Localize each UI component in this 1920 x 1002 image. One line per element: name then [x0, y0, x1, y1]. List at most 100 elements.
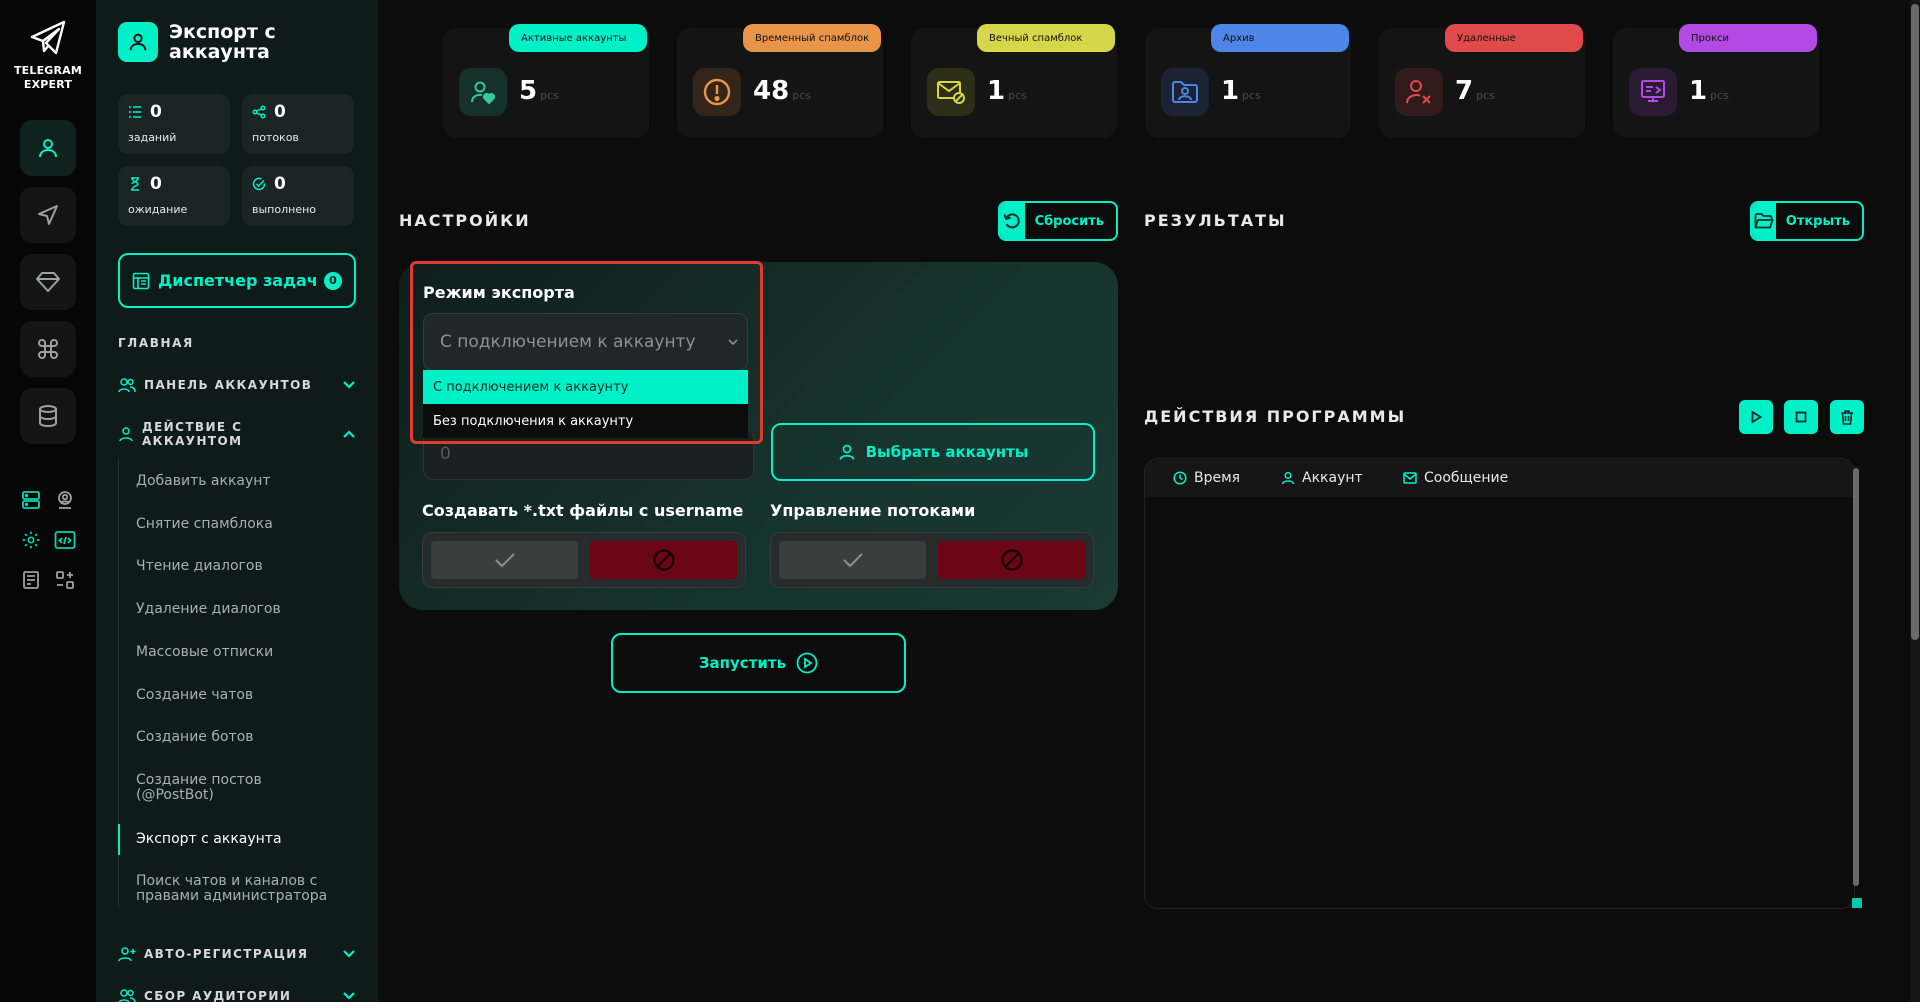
- account-card-unit: pcs: [1710, 89, 1729, 102]
- rail-settings-button[interactable]: [17, 526, 45, 554]
- check-icon: [842, 553, 863, 568]
- rail-database-button[interactable]: [20, 388, 76, 444]
- play-button[interactable]: [1739, 400, 1773, 434]
- settings-heading: НАСТРОЙКИ: [399, 211, 531, 230]
- threads-disable-button[interactable]: [938, 541, 1085, 579]
- account-card-archive[interactable]: Архив 1 pcs: [1145, 24, 1351, 138]
- clock-icon: [1173, 471, 1187, 485]
- log-column-label: Сообщение: [1424, 470, 1509, 486]
- sidebar-item-read-dialogs[interactable]: Чтение диалогов: [118, 559, 356, 574]
- sidebar-group-auto-registration[interactable]: АВТО-РЕГИСТРАЦИЯ: [118, 946, 356, 962]
- play-circle-icon: [796, 652, 818, 674]
- stat-value: 0: [150, 174, 162, 194]
- results-heading: РЕЗУЛЬТАТЫ: [1144, 211, 1287, 230]
- stat-label: потоков: [252, 131, 299, 144]
- sidebar-item-add-account[interactable]: Добавить аккаунт: [118, 474, 356, 489]
- logo-text-line1: TELEGRAM: [13, 64, 83, 77]
- trash-icon: [1841, 410, 1853, 425]
- page-scrollbar-thumb[interactable]: [1911, 4, 1919, 640]
- sidebar-item-create-chats[interactable]: Создание чатов: [118, 688, 356, 703]
- sidebar-group-label: ПАНЕЛЬ АККАУНТОВ: [144, 378, 313, 392]
- txt-files-enable-button[interactable]: [431, 541, 578, 579]
- account-card-value: 7: [1455, 76, 1474, 106]
- highlight-frame: [410, 261, 763, 444]
- stat-label: ожидание: [128, 203, 188, 216]
- user-heart-icon: [459, 68, 507, 116]
- sidebar-group-accounts-panel[interactable]: ПАНЕЛЬ АККАУНТОВ: [118, 377, 356, 393]
- block-icon: [652, 549, 675, 571]
- users-icon: [118, 378, 136, 393]
- run-button[interactable]: Запустить: [611, 633, 906, 693]
- database-icon: [39, 405, 57, 428]
- stat-value: 0: [274, 174, 286, 194]
- account-card-temp-spamblock[interactable]: Временный спамблок 48 pcs: [677, 24, 883, 138]
- log-column-account: Аккаунт: [1281, 470, 1403, 486]
- section-main-heading: ГЛАВНАЯ: [118, 336, 194, 350]
- rail-apps-button[interactable]: [51, 566, 79, 594]
- stat-value: 0: [150, 102, 162, 122]
- task-dispatcher-button[interactable]: Диспетчер задач 0: [118, 253, 356, 308]
- account-card-unit: pcs: [1242, 89, 1261, 102]
- server-icon: [22, 491, 40, 509]
- account-card-tag: Архив: [1211, 24, 1349, 52]
- account-card-tag: Активные аккаунты: [509, 24, 647, 52]
- rail-accounts-button[interactable]: [20, 120, 76, 176]
- play-icon: [1751, 410, 1763, 424]
- stop-button[interactable]: [1784, 400, 1818, 434]
- sidebar-item-admin-chat-search[interactable]: Поиск чатов и каналов с правами админист…: [118, 874, 348, 904]
- account-card-proxy[interactable]: Прокси 1 pcs: [1613, 24, 1819, 138]
- app-logo[interactable]: TELEGRAM EXPERT: [0, 18, 96, 92]
- rail-diamond-button[interactable]: [20, 254, 76, 310]
- settings-icon: [22, 531, 40, 549]
- sidebar-item-spamblock-removal[interactable]: Снятие спамблока: [118, 517, 356, 532]
- run-label: Запустить: [698, 654, 787, 672]
- account-card-unit: pcs: [1008, 89, 1027, 102]
- user-icon: [119, 427, 133, 442]
- stat-waiting: 0 ожидание: [118, 166, 230, 226]
- user-icon: [118, 22, 158, 62]
- select-accounts-button[interactable]: Выбрать аккаунты: [771, 423, 1095, 481]
- sidebar-group-account-actions[interactable]: ДЕЙСТВИЕ С АККАУНТОМ: [118, 420, 356, 448]
- telegram-plane-icon: [30, 20, 66, 55]
- account-card-value: 1: [1689, 76, 1708, 106]
- txt-files-disable-button[interactable]: [590, 541, 737, 579]
- account-card-active[interactable]: Активные аккаунты 5 pcs: [443, 24, 649, 138]
- send-icon: [38, 205, 58, 225]
- chevron-down-icon: [343, 950, 355, 958]
- clear-log-button[interactable]: [1830, 400, 1864, 434]
- rail-send-button[interactable]: [20, 187, 76, 243]
- rail-server-button[interactable]: [17, 486, 45, 514]
- apps-icon: [56, 571, 74, 589]
- log-resize-handle[interactable]: [1852, 898, 1862, 908]
- rail-code-button[interactable]: [51, 526, 79, 554]
- sidebar-item-export-account[interactable]: Экспорт с аккаунта: [118, 824, 356, 855]
- proxy-icon: [1629, 68, 1677, 116]
- threads-enable-button[interactable]: [779, 541, 926, 579]
- log-scrollbar-thumb[interactable]: [1853, 468, 1859, 886]
- sidebar-item-create-posts[interactable]: Создание постов (@PostBot): [118, 773, 318, 803]
- open-results-button[interactable]: Открыть: [1750, 201, 1864, 241]
- account-card-perm-spamblock[interactable]: Вечный спамблок 1 pcs: [911, 24, 1117, 138]
- task-dispatcher-label: Диспетчер задач: [158, 271, 318, 290]
- account-card-deleted[interactable]: Удаленные 7 pcs: [1379, 24, 1585, 138]
- account-card-value: 1: [1221, 76, 1240, 106]
- folder-user-icon: [1161, 68, 1209, 116]
- rail-document-button[interactable]: [17, 566, 45, 594]
- user-icon: [39, 139, 57, 158]
- icon-rail: TELEGRAM EXPERT: [0, 0, 96, 1002]
- folder-open-icon: [1752, 203, 1776, 239]
- account-card-tag: Прокси: [1679, 24, 1817, 52]
- users-icon: [118, 989, 136, 1002]
- sidebar-item-mass-unsubscribe[interactable]: Массовые отписки: [118, 645, 356, 660]
- account-card-unit: pcs: [1476, 89, 1495, 102]
- sidebar-item-create-bots[interactable]: Создание ботов: [118, 730, 356, 745]
- sidebar-group-audience-collection[interactable]: СБОР АУДИТОРИИ: [118, 988, 356, 1002]
- reset-button[interactable]: Сбросить: [998, 201, 1118, 241]
- alert-circle-icon: [693, 68, 741, 116]
- log-column-label: Аккаунт: [1302, 470, 1363, 486]
- rail-command-button[interactable]: [20, 321, 76, 377]
- rail-user-pin-button[interactable]: [51, 486, 79, 514]
- task-count-badge: 0: [324, 271, 342, 290]
- program-actions-log: Время Аккаунт Сообщение: [1144, 458, 1855, 909]
- sidebar-item-delete-dialogs[interactable]: Удаление диалогов: [118, 602, 356, 617]
